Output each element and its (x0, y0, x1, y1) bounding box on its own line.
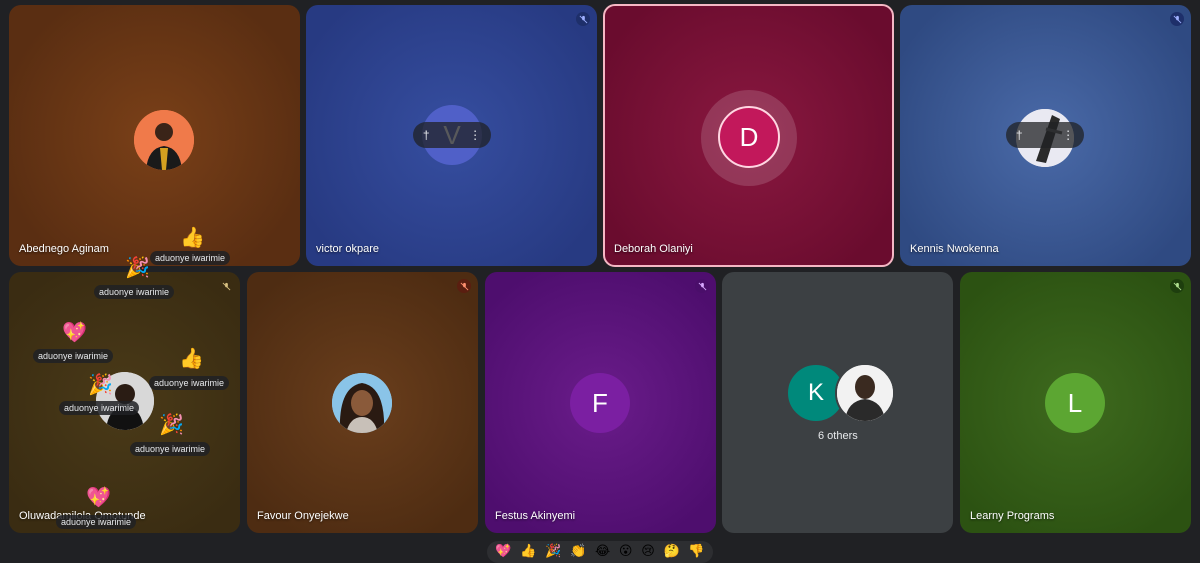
avatar: F (570, 373, 630, 433)
avatar: D (718, 106, 780, 168)
reaction-sender-label: aduonye iwarimie (150, 251, 231, 265)
more-options-icon[interactable]: ⋮ (1062, 122, 1074, 148)
participant-name: Kennis Nwokenna (910, 243, 999, 255)
avatar (835, 363, 895, 423)
thumbs-up-icon: 👍 (180, 225, 205, 249)
tile-hover-controls: † ⋮ (1006, 122, 1084, 148)
others-count-label: 6 others (818, 430, 858, 442)
participant-tile-victor[interactable]: V † ⋮ victor okpare (306, 5, 597, 266)
reaction-picker-bar: 💖 👍 🎉 👏 😂 😮 😢 🤔 👎 (487, 541, 713, 563)
participant-tile-favour[interactable]: Favour Onyejekwe (247, 272, 478, 533)
thumbs-up-icon: 👍 (179, 346, 204, 370)
participant-name: Festus Akinyemi (495, 510, 576, 522)
sparkling-heart-icon[interactable]: 💖 (495, 541, 511, 563)
reaction-sender-label: aduonye iwarimie (33, 349, 114, 363)
participant-name: Deborah Olaniyi (614, 243, 693, 255)
participant-photo-icon (837, 365, 893, 421)
mic-muted-icon (219, 279, 233, 293)
others-tile[interactable]: K 6 others (722, 272, 953, 533)
party-popper-icon: 🎉 (88, 372, 113, 396)
party-popper-icon: 🎉 (125, 255, 150, 279)
party-popper-icon[interactable]: 🎉 (545, 541, 561, 563)
mic-muted-icon (1170, 279, 1184, 293)
reaction-sender-label: aduonye iwarimie (149, 376, 230, 390)
participant-tile-learny[interactable]: L Learny Programs (960, 272, 1191, 533)
mic-muted-icon (457, 279, 471, 293)
participant-tile-deborah[interactable]: D Deborah Olaniyi (603, 4, 894, 267)
reaction-sender-label: aduonye iwarimie (59, 401, 140, 415)
party-popper-icon: 🎉 (159, 412, 184, 436)
reaction-sender-label: aduonye iwarimie (130, 442, 211, 456)
participant-name: Favour Onyejekwe (257, 510, 349, 522)
surprised-face-icon[interactable]: 😮 (619, 541, 633, 563)
pin-icon[interactable]: † (1016, 122, 1023, 148)
clapping-hands-icon[interactable]: 👏 (570, 541, 586, 563)
mic-muted-icon (576, 12, 590, 26)
participant-name: Learny Programs (970, 510, 1055, 522)
reaction-sender-label: aduonye iwarimie (56, 515, 137, 529)
participant-tile-kennis[interactable]: † ⋮ Kennis Nwokenna (900, 5, 1191, 266)
avatar: L (1045, 373, 1105, 433)
more-options-icon[interactable]: ⋮ (469, 122, 481, 148)
participant-photo-icon (134, 110, 194, 170)
participant-name: victor okpare (316, 243, 379, 255)
reaction-sender-label: aduonye iwarimie (94, 285, 175, 299)
mic-muted-icon (695, 279, 709, 293)
sparkling-heart-icon: 💖 (86, 485, 111, 509)
participant-tile-festus[interactable]: F Festus Akinyemi (485, 272, 716, 533)
participant-tile-abednego[interactable]: Abednego Aginam (9, 5, 300, 266)
meeting-stage: Abednego Aginam V † ⋮ victor okpare D De… (0, 0, 1200, 563)
tears-of-joy-icon[interactable]: 😂 (595, 541, 610, 563)
thumbs-down-icon[interactable]: 👎 (688, 541, 704, 563)
sparkling-heart-icon: 💖 (62, 320, 87, 344)
pin-icon[interactable]: † (423, 122, 430, 148)
tile-hover-controls: † ⋮ (413, 122, 491, 148)
crying-face-icon[interactable]: 😢 (641, 541, 655, 563)
mic-muted-icon (1170, 12, 1184, 26)
avatar (134, 110, 194, 170)
participant-photo-icon (332, 373, 392, 433)
thumbs-up-icon[interactable]: 👍 (520, 541, 536, 563)
thinking-face-icon[interactable]: 🤔 (663, 541, 679, 563)
avatar (332, 373, 392, 433)
participant-name: Abednego Aginam (19, 243, 109, 255)
